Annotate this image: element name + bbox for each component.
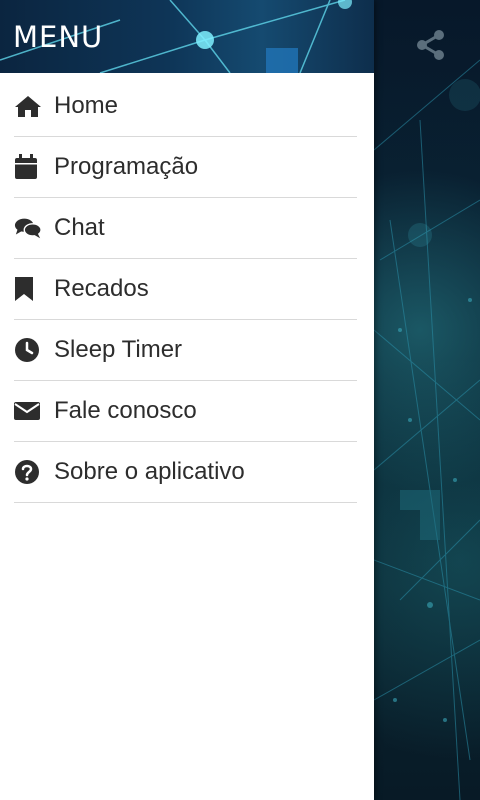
bookmark-icon (14, 275, 42, 303)
home-icon (14, 92, 42, 120)
drawer-header: MENU (0, 0, 374, 73)
menu-item-label: Sobre o aplicativo (54, 458, 245, 485)
menu-item-label: Recados (54, 275, 149, 302)
menu-item-chat[interactable]: Chat (14, 198, 357, 259)
menu-item-home[interactable]: Home (14, 76, 357, 137)
drawer-title: MENU (13, 20, 104, 54)
menu-item-fale-conosco[interactable]: Fale conosco (14, 381, 357, 442)
share-button[interactable] (414, 28, 454, 68)
menu-item-label: Programação (54, 153, 199, 180)
chat-icon (14, 214, 42, 242)
menu-item-programacao[interactable]: Programação (14, 137, 357, 198)
menu-item-sleep-timer[interactable]: Sleep Timer (14, 320, 357, 381)
navigation-drawer: MENU Home Programação Chat Recados Sleep… (0, 0, 374, 800)
envelope-icon (14, 397, 42, 425)
share-icon (417, 30, 444, 60)
question-circle-icon (14, 458, 42, 486)
clock-icon (14, 336, 42, 364)
menu-item-label: Home (54, 92, 119, 119)
menu-list: Home Programação Chat Recados Sleep Time… (14, 76, 357, 503)
menu-item-recados[interactable]: Recados (14, 259, 357, 320)
menu-item-sobre[interactable]: Sobre o aplicativo (14, 442, 357, 503)
menu-item-label: Chat (54, 214, 105, 241)
menu-item-label: Fale conosco (54, 397, 197, 424)
menu-item-label: Sleep Timer (54, 336, 183, 363)
calendar-icon (14, 153, 42, 181)
